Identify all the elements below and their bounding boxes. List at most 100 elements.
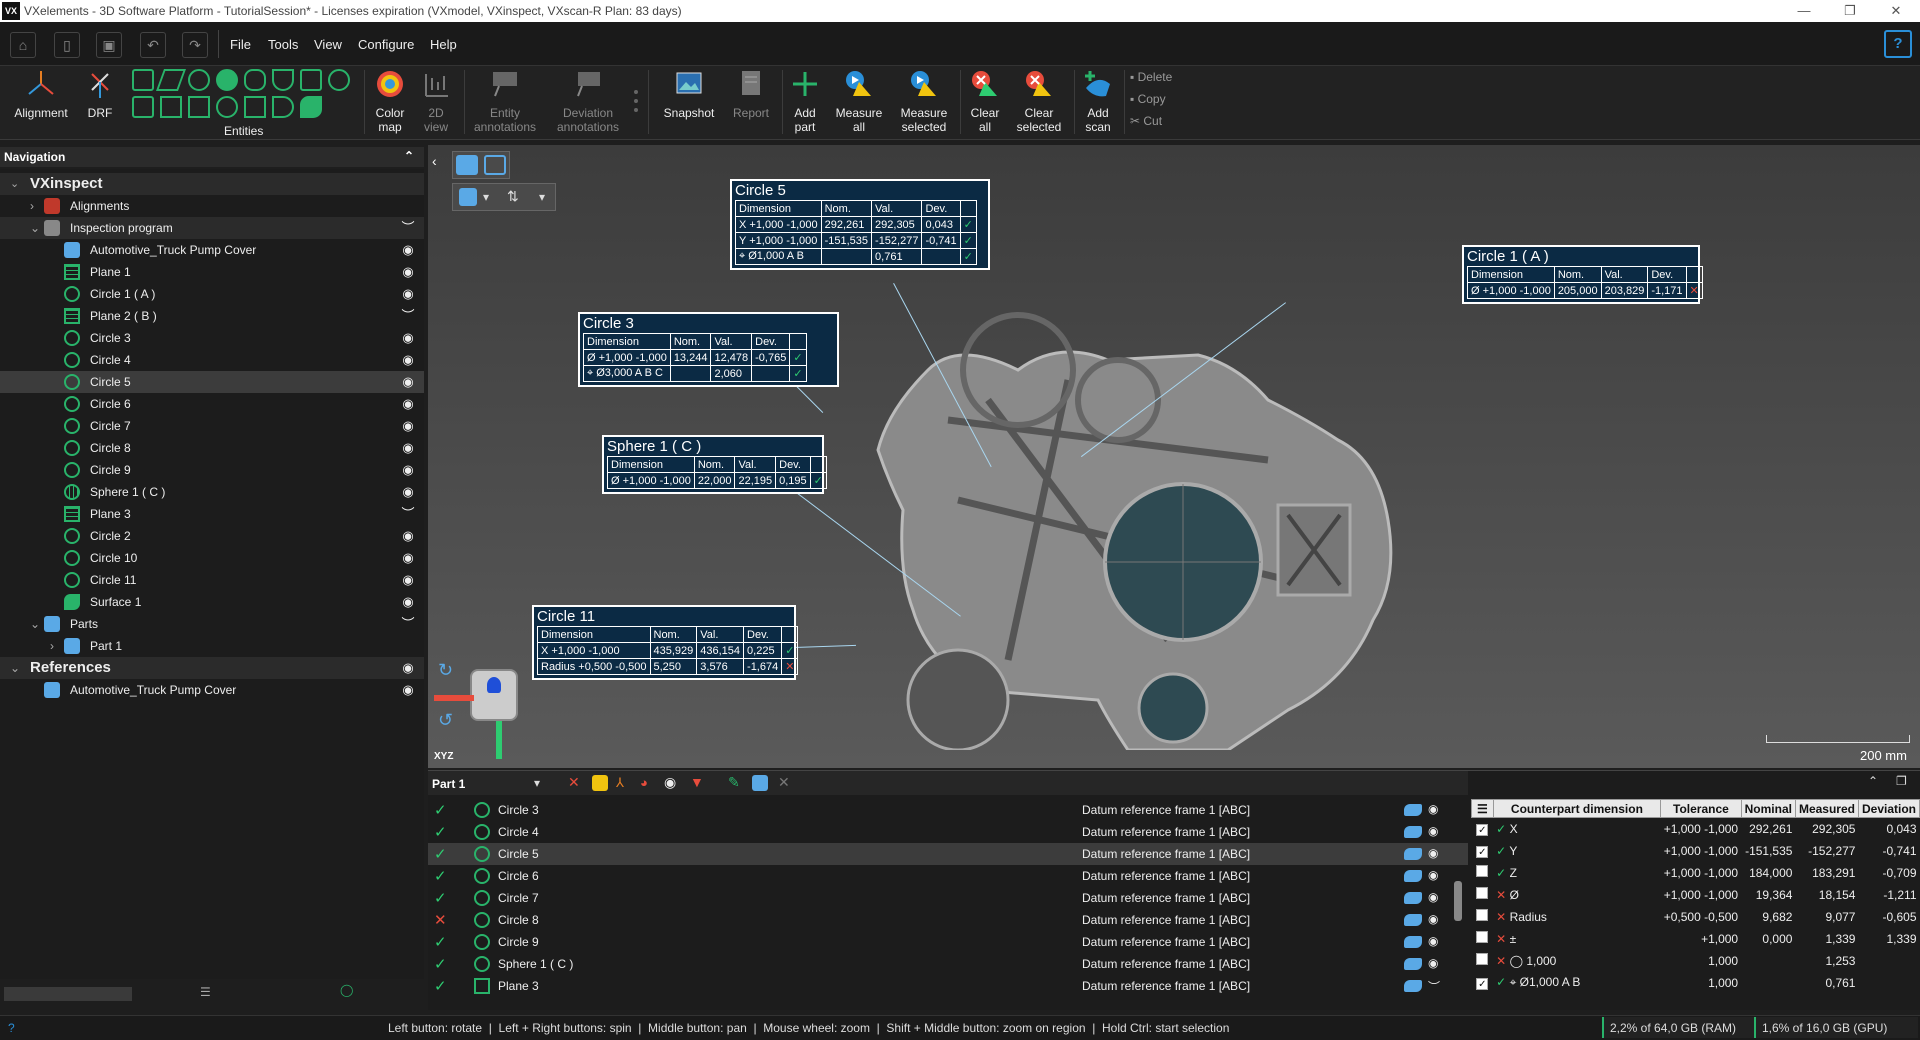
add-part-button[interactable]: Add part <box>786 68 824 134</box>
row-checkbox[interactable] <box>1476 909 1489 921</box>
scrollbar-thumb[interactable] <box>1454 881 1462 921</box>
tree-item-entity[interactable]: Plane 3 ︶ <box>0 503 424 525</box>
deviation-annotations-button[interactable]: Deviation annotations <box>552 68 624 134</box>
ribbon-overflow-icon[interactable] <box>634 90 638 112</box>
entity-plane-icon[interactable] <box>155 69 187 91</box>
tree-item-entity[interactable]: Circle 1 ( A ) ◉ <box>0 283 424 305</box>
expand-icon[interactable]: › <box>30 199 34 213</box>
snapshot-button[interactable]: Snapshot <box>656 68 722 120</box>
rotate-cw-icon[interactable]: ↺ <box>438 710 453 731</box>
view-direction-icon[interactable]: ⇅ <box>507 188 519 205</box>
tree-item-entity[interactable]: Plane 2 ( B ) ︶ <box>0 305 424 327</box>
annotation-circle-1[interactable]: Circle 1 ( A ) Dimension Nom. Val. Dev. Ø +1,… <box>1462 245 1703 304</box>
column-header-nominal[interactable]: Nominal <box>1740 799 1796 818</box>
rotate-ccw-icon[interactable]: ↻ <box>438 660 453 681</box>
scan-icon[interactable] <box>1404 980 1422 992</box>
measure-icon[interactable] <box>592 775 608 791</box>
row-checkbox-cell[interactable]: ✓ <box>1472 818 1494 840</box>
entity-circle-icon[interactable] <box>188 69 210 91</box>
entity-surface-icon[interactable] <box>300 96 322 118</box>
column-header-select[interactable]: ☰ <box>1471 799 1494 818</box>
report-button[interactable]: Report <box>726 68 776 120</box>
eye-icon[interactable]: ◉ <box>1428 824 1438 838</box>
table-row[interactable]: ✓ Circle 3 Datum reference frame 1 [ABC] ◉ <box>428 799 1468 821</box>
restore-button[interactable]: ❐ <box>1830 0 1870 22</box>
scan-icon[interactable] <box>1404 892 1422 904</box>
tree-item-entity[interactable]: Circle 8 ◉ <box>0 437 424 459</box>
tree-item-entity[interactable]: Circle 3 ◉ <box>0 327 424 349</box>
restore-panel-icon[interactable]: ❐ <box>1896 774 1907 788</box>
row-checkbox[interactable] <box>1476 887 1489 899</box>
entity-sphere-icon[interactable] <box>216 96 238 118</box>
filter-icon[interactable]: ▼ <box>690 774 704 790</box>
tree-root-vxinspect[interactable]: ⌄ VXinspect <box>0 173 424 195</box>
eye-icon[interactable]: ◉ <box>398 683 418 697</box>
eye-icon[interactable]: ◉ <box>1428 802 1438 816</box>
2d-view-button[interactable]: 2D view <box>416 68 456 134</box>
table-row[interactable]: ✓ Sphere 1 ( C ) Datum reference frame 1 [… <box>428 953 1468 975</box>
table-row[interactable]: ✓ ✓ Y +1,000 -1,000 -151,535 -152,277 -0,741 <box>1472 840 1920 862</box>
close-button[interactable]: ✕ <box>1876 0 1916 22</box>
tree-item-entity[interactable]: Plane 1 ◉ <box>0 261 424 283</box>
menu-tools[interactable]: Tools <box>268 37 298 52</box>
entity-rectangle-icon[interactable] <box>244 96 266 118</box>
clear-icon[interactable]: ✕ <box>568 774 580 791</box>
delete-command[interactable]: ▪ Delete <box>1130 70 1172 84</box>
list-view-icon[interactable]: ☰ <box>200 985 211 999</box>
column-header-tolerance[interactable]: Tolerance <box>1660 799 1742 818</box>
eye-icon[interactable]: ◉ <box>1428 890 1438 904</box>
hidden-eye-icon[interactable]: ︶ <box>1428 978 1440 995</box>
annotation-circle-3[interactable]: Circle 3 Dimension Nom. Val. Dev. Ø +1,000 -1… <box>578 312 839 387</box>
entity-table-icon[interactable] <box>188 96 210 118</box>
row-checkbox[interactable] <box>1476 865 1489 877</box>
row-checkbox[interactable] <box>1476 931 1489 943</box>
panel-tab-tree[interactable] <box>4 987 132 1001</box>
eye-icon[interactable]: ◉ <box>398 419 418 433</box>
eye-icon[interactable]: ◉ <box>398 485 418 499</box>
table-row[interactable]: ✕ Radius +0,500 -0,500 9,682 9,077 -0,605 <box>1472 906 1920 928</box>
menu-file[interactable]: File <box>230 37 251 52</box>
color-map-button[interactable]: Color map <box>370 68 410 134</box>
entity-pattern-icon[interactable] <box>328 69 350 91</box>
eye-icon[interactable]: ◉ <box>1428 868 1438 882</box>
solid-view-icon[interactable] <box>456 155 478 175</box>
entity-arrow-icon[interactable] <box>272 96 294 118</box>
table-row[interactable]: ✕ Ø +1,000 -1,000 19,364 18,154 -1,211 <box>1472 884 1920 906</box>
eye-icon[interactable]: ◉ <box>398 353 418 367</box>
column-header-dimension[interactable]: Counterpart dimension <box>1492 799 1662 818</box>
wireframe-view-icon[interactable] <box>484 155 506 175</box>
hidden-eye-icon[interactable]: ︶ <box>398 617 418 631</box>
scan-icon[interactable] <box>1404 958 1422 970</box>
expand-icon[interactable]: ⌄ <box>30 221 40 235</box>
entity-cone-icon[interactable] <box>272 69 294 91</box>
tree-item-entity[interactable]: Circle 11 ◉ <box>0 569 424 591</box>
tree-item-entity[interactable]: Sphere 1 ( C ) ◉ <box>0 481 424 503</box>
expand-icon[interactable]: ⌄ <box>10 177 19 190</box>
table-row[interactable]: ✓ Z +1,000 -1,000 184,000 183,291 -0,709 <box>1472 862 1920 884</box>
column-header-measured[interactable]: Measured <box>1794 799 1859 818</box>
edit-icon[interactable]: ✎ <box>728 774 740 791</box>
scan-icon[interactable] <box>1404 936 1422 948</box>
home-icon[interactable]: ⌂ <box>10 32 36 58</box>
annotation-circle-11[interactable]: Circle 11 Dimension Nom. Val. Dev. X +1,000 -… <box>532 605 799 680</box>
entity-curve-icon[interactable] <box>132 96 154 118</box>
collapse-up-icon[interactable]: ⌃ <box>1868 774 1878 788</box>
table-row[interactable]: ✕ Circle 8 Datum reference frame 1 [ABC] ◉ <box>428 909 1468 931</box>
clear-selected-button[interactable]: Clear selected <box>1010 68 1068 134</box>
alignment-icon[interactable]: ⅄ <box>616 775 624 791</box>
eye-icon[interactable]: ◉ <box>398 551 418 565</box>
chevron-down-icon[interactable]: ▾ <box>539 190 545 204</box>
part-selector-label[interactable]: Part 1 <box>432 777 465 791</box>
save-icon[interactable]: ▣ <box>96 32 122 58</box>
eye-icon[interactable]: ◉ <box>398 397 418 411</box>
visibility-icon[interactable]: ◉ <box>664 774 676 791</box>
measure-all-button[interactable]: Measure all <box>830 68 888 134</box>
tree-item-part-1[interactable]: › Part 1 <box>0 635 424 657</box>
tree-item-entity[interactable]: Circle 4 ◉ <box>0 349 424 371</box>
entity-point-icon[interactable] <box>216 69 238 91</box>
expand-icon[interactable]: › <box>50 639 54 653</box>
scan-icon[interactable] <box>752 775 768 791</box>
scan-icon[interactable] <box>1404 804 1422 816</box>
color-map-icon[interactable]: ◕ <box>640 775 648 790</box>
entity-slot-icon[interactable] <box>244 69 266 91</box>
